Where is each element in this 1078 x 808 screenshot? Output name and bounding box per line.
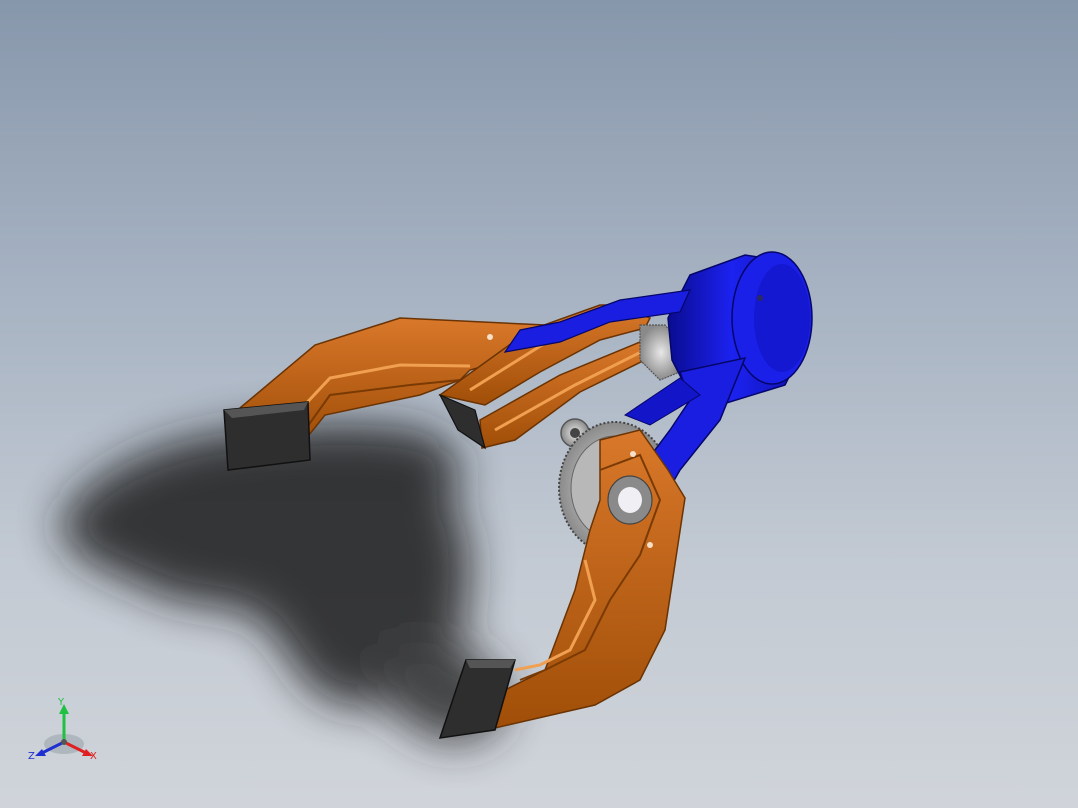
triad-z-label: Z [28,751,35,762]
model-shadow [60,424,506,742]
view-orientation-triad[interactable]: Y Z X [22,692,106,772]
upper-finger-pad[interactable] [223,401,311,471]
triad-x-label: X [90,751,97,762]
bolt-hole-icon [647,542,653,548]
graphics-viewport[interactable]: Y Z X [0,0,1078,808]
screw-icon [757,295,763,301]
triad-y-label: Y [58,697,65,708]
gripper-model-view[interactable] [0,0,1078,808]
bolt-hole-icon [487,334,493,340]
